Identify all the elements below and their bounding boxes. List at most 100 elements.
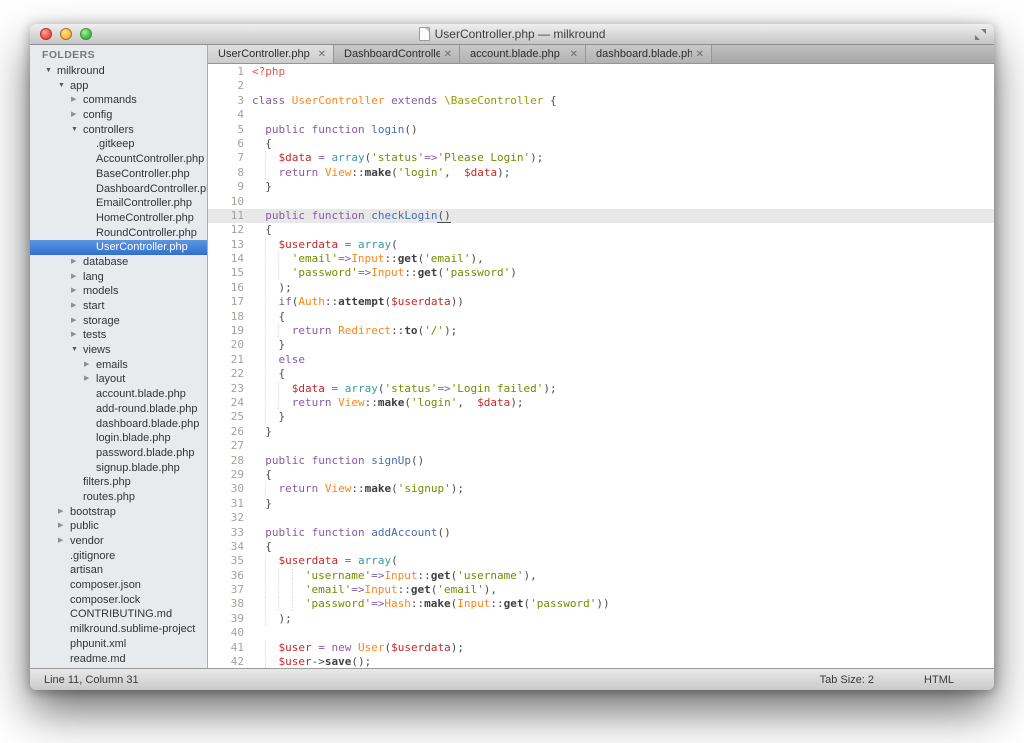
- tree-item-add-round.blade.php[interactable]: add-round.blade.php: [30, 402, 207, 417]
- code-line-17[interactable]: 17if(Auth::attempt($userdata)): [208, 295, 994, 309]
- code-line-19[interactable]: 19return Redirect::to('/');: [208, 324, 994, 338]
- disclosure-closed-icon[interactable]: ▶: [57, 534, 70, 549]
- tree-item-controllers[interactable]: ▼controllers: [30, 123, 207, 138]
- tree-item-dashboard.blade.php[interactable]: dashboard.blade.php: [30, 417, 207, 432]
- code-line-23[interactable]: 23$data = array('status'=>'Login failed'…: [208, 382, 994, 396]
- tree-item-composer.json[interactable]: composer.json: [30, 578, 207, 593]
- tree-item-BaseController.php[interactable]: BaseController.php: [30, 167, 207, 182]
- code-line-7[interactable]: 7$data = array('status'=>'Please Login')…: [208, 151, 994, 165]
- code-line-41[interactable]: 41$user = new User($userdata);: [208, 641, 994, 655]
- code-line-25[interactable]: 25}: [208, 410, 994, 424]
- tree-item-password.blade.php[interactable]: password.blade.php: [30, 446, 207, 461]
- tree-item-filters.php[interactable]: filters.php: [30, 475, 207, 490]
- code-line-28[interactable]: 28public function signUp(): [208, 454, 994, 468]
- code-line-39[interactable]: 39);: [208, 612, 994, 626]
- tree-item-UserController.php[interactable]: UserController.php: [30, 240, 207, 255]
- code-line-22[interactable]: 22{: [208, 367, 994, 381]
- syntax-status[interactable]: HTML: [924, 674, 954, 686]
- tree-item-CONTRIBUTING.md[interactable]: CONTRIBUTING.md: [30, 607, 207, 622]
- code-line-35[interactable]: 35$userdata = array(: [208, 554, 994, 568]
- disclosure-closed-icon[interactable]: ▶: [83, 358, 96, 373]
- code-line-2[interactable]: 2: [208, 79, 994, 93]
- code-line-11[interactable]: 11public function checkLogin(): [208, 209, 994, 223]
- tab-account.blade.php[interactable]: account.blade.php✕: [460, 45, 586, 63]
- code-line-18[interactable]: 18{: [208, 310, 994, 324]
- disclosure-closed-icon[interactable]: ▶: [70, 270, 83, 285]
- disclosure-open-icon[interactable]: ▼: [70, 343, 83, 358]
- disclosure-closed-icon[interactable]: ▶: [70, 93, 83, 108]
- tree-item-login.blade.php[interactable]: login.blade.php: [30, 431, 207, 446]
- tree-item-public[interactable]: ▶public: [30, 519, 207, 534]
- tree-item-config[interactable]: ▶config: [30, 108, 207, 123]
- code-line-27[interactable]: 27: [208, 439, 994, 453]
- code-line-32[interactable]: 32: [208, 511, 994, 525]
- code-line-31[interactable]: 31}: [208, 497, 994, 511]
- tab-close-icon[interactable]: ✕: [692, 49, 704, 60]
- tree-item-storage[interactable]: ▶storage: [30, 314, 207, 329]
- tree-item-models[interactable]: ▶models: [30, 284, 207, 299]
- code-line-3[interactable]: 3class UserController extends \BaseContr…: [208, 94, 994, 108]
- tree-item-phpunit.xml[interactable]: phpunit.xml: [30, 637, 207, 652]
- fullscreen-arrows-icon[interactable]: [974, 28, 987, 41]
- tree-item-routes.php[interactable]: routes.php: [30, 490, 207, 505]
- tab-dashboard.blade.php[interactable]: dashboard.blade.php✕: [586, 45, 712, 63]
- code-line-6[interactable]: 6{: [208, 137, 994, 151]
- code-line-15[interactable]: 15'password'=>Input::get('password'): [208, 266, 994, 280]
- tree-item-tests[interactable]: ▶tests: [30, 328, 207, 343]
- tree-item-DashboardController.php[interactable]: DashboardController.php: [30, 182, 207, 197]
- code-line-36[interactable]: 36'username'=>Input::get('username'),: [208, 569, 994, 583]
- code-line-13[interactable]: 13$userdata = array(: [208, 238, 994, 252]
- code-line-33[interactable]: 33public function addAccount(): [208, 526, 994, 540]
- code-line-38[interactable]: 38'password'=>Hash::make(Input::get('pas…: [208, 597, 994, 611]
- code-line-9[interactable]: 9}: [208, 180, 994, 194]
- tree-item-account.blade.php[interactable]: account.blade.php: [30, 387, 207, 402]
- tab-close-icon[interactable]: ✕: [440, 49, 452, 60]
- tab-UserController.php[interactable]: UserController.php✕: [208, 45, 334, 63]
- tree-item-.gitkeep[interactable]: .gitkeep: [30, 137, 207, 152]
- tree-item-start[interactable]: ▶start: [30, 299, 207, 314]
- tree-item-app[interactable]: ▼app: [30, 79, 207, 94]
- disclosure-closed-icon[interactable]: ▶: [70, 255, 83, 270]
- tree-item-bootstrap[interactable]: ▶bootstrap: [30, 505, 207, 520]
- tree-item-milkround[interactable]: ▼milkround: [30, 64, 207, 79]
- title-bar[interactable]: UserController.php — milkround: [30, 24, 994, 45]
- disclosure-closed-icon[interactable]: ▶: [70, 299, 83, 314]
- tree-item-emails[interactable]: ▶emails: [30, 358, 207, 373]
- tree-item-database[interactable]: ▶database: [30, 255, 207, 270]
- code-line-1[interactable]: 1<?php: [208, 65, 994, 79]
- tree-item-vendor[interactable]: ▶vendor: [30, 534, 207, 549]
- tree-item-composer.lock[interactable]: composer.lock: [30, 593, 207, 608]
- tree-item-HomeController.php[interactable]: HomeController.php: [30, 211, 207, 226]
- code-line-37[interactable]: 37'email'=>Input::get('email'),: [208, 583, 994, 597]
- code-line-30[interactable]: 30return View::make('signup');: [208, 482, 994, 496]
- code-line-34[interactable]: 34{: [208, 540, 994, 554]
- disclosure-closed-icon[interactable]: ▶: [70, 108, 83, 123]
- code-line-10[interactable]: 10: [208, 195, 994, 209]
- cursor-position-status[interactable]: Line 11, Column 31: [44, 674, 139, 686]
- code-line-24[interactable]: 24return View::make('login', $data);: [208, 396, 994, 410]
- disclosure-closed-icon[interactable]: ▶: [70, 284, 83, 299]
- disclosure-closed-icon[interactable]: ▶: [70, 314, 83, 329]
- code-editor[interactable]: 1<?php23class UserController extends \Ba…: [208, 64, 994, 668]
- disclosure-open-icon[interactable]: ▼: [57, 79, 70, 94]
- tree-item-EmailController.php[interactable]: EmailController.php: [30, 196, 207, 211]
- tab-close-icon[interactable]: ✕: [314, 49, 326, 60]
- code-line-20[interactable]: 20}: [208, 338, 994, 352]
- tree-item-layout[interactable]: ▶layout: [30, 372, 207, 387]
- code-line-5[interactable]: 5public function login(): [208, 123, 994, 137]
- code-line-14[interactable]: 14'email'=>Input::get('email'),: [208, 252, 994, 266]
- code-line-29[interactable]: 29{: [208, 468, 994, 482]
- code-line-42[interactable]: 42$user->save();: [208, 655, 994, 668]
- tree-item-signup.blade.php[interactable]: signup.blade.php: [30, 461, 207, 476]
- code-line-12[interactable]: 12{: [208, 223, 994, 237]
- tab-size-status[interactable]: Tab Size: 2: [820, 674, 874, 686]
- tree-item-artisan[interactable]: artisan: [30, 563, 207, 578]
- disclosure-closed-icon[interactable]: ▶: [70, 328, 83, 343]
- code-line-40[interactable]: 40: [208, 626, 994, 640]
- tree-item-AccountController.php[interactable]: AccountController.php: [30, 152, 207, 167]
- tree-item-commands[interactable]: ▶commands: [30, 93, 207, 108]
- disclosure-open-icon[interactable]: ▼: [70, 123, 83, 138]
- tab-DashboardController.php[interactable]: DashboardController.php✕: [334, 45, 460, 63]
- code-line-4[interactable]: 4: [208, 108, 994, 122]
- code-line-16[interactable]: 16);: [208, 281, 994, 295]
